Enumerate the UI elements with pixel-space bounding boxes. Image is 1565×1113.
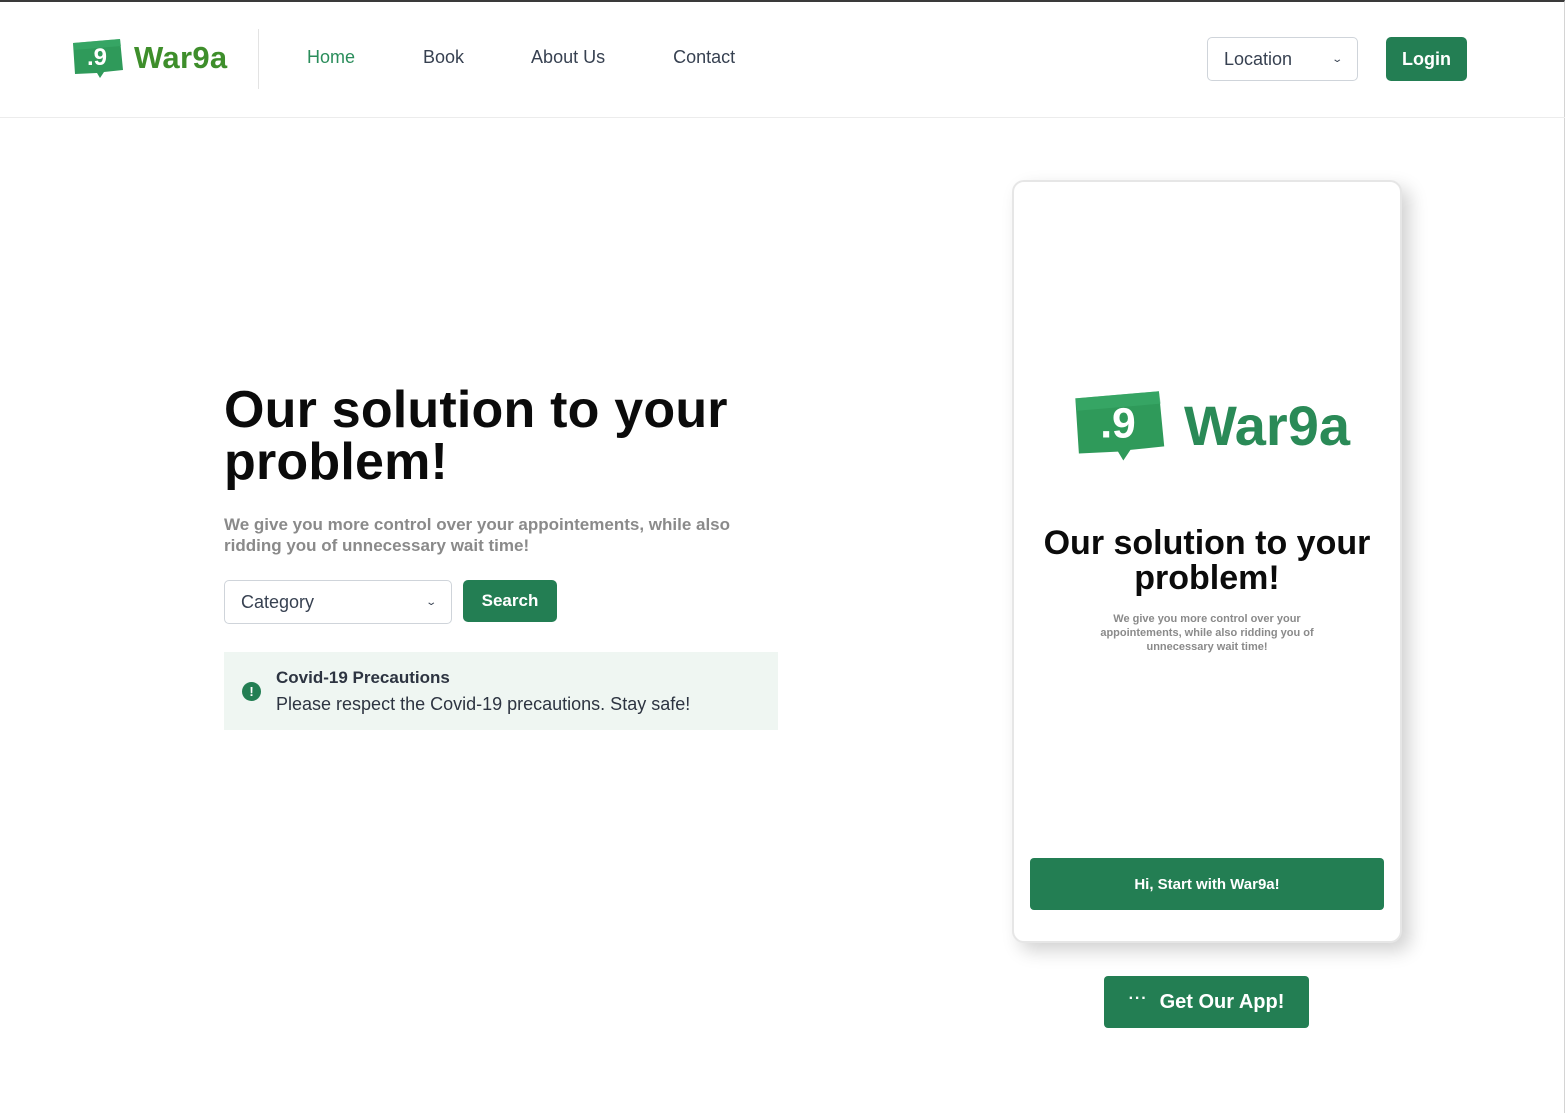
brand-logo[interactable]: .9 War9a [70, 38, 227, 78]
chevron-down-icon: ⌄ [424, 596, 437, 608]
category-select[interactable]: Category ⌄ [224, 580, 452, 624]
location-select-value: Location [1224, 48, 1293, 69]
login-button[interactable]: Login [1386, 37, 1467, 81]
phone-mockup: .9 War9a Our solution to your problem! W… [1012, 180, 1402, 943]
alert-title: Covid-19 Precautions [276, 668, 450, 687]
navbar: .9 War9a Home Book About Us Contact Loca… [0, 0, 1565, 118]
dots-icon: ··· [1128, 990, 1148, 1007]
exclamation-icon: ! [242, 682, 261, 701]
nav-link-contact[interactable]: Contact [673, 47, 735, 68]
hero-subtitle: We give you more control over your appoi… [224, 515, 731, 555]
phone-title: Our solution to your problem! [1043, 524, 1371, 597]
search-button[interactable]: Search [463, 580, 557, 622]
nav-link-home[interactable]: Home [307, 47, 355, 68]
logo-icon: .9 [70, 38, 124, 78]
svg-text:.9: .9 [87, 44, 107, 71]
phone-brand: .9 War9a [1070, 389, 1350, 461]
phone-logo-icon: .9 [1075, 391, 1165, 461]
phone-subtitle: We give you more control over your appoi… [1100, 613, 1314, 653]
nav-divider [258, 29, 259, 89]
alert-text: Please respect the Covid-19 precautions.… [276, 694, 691, 714]
brand-name: War9a [134, 40, 228, 75]
get-app-label: Get Our App! [1159, 990, 1285, 1013]
nav-links: Home Book About Us Contact [307, 47, 803, 68]
hero-title: Our solution to your problem! [224, 381, 728, 491]
get-app-button[interactable]: ··· Get Our App! [1104, 976, 1309, 1028]
chevron-down-icon: ⌄ [1330, 53, 1343, 65]
location-select[interactable]: Location ⌄ [1207, 37, 1358, 81]
nav-link-book[interactable]: Book [423, 47, 464, 68]
svg-text:.9: .9 [1100, 399, 1136, 447]
nav-link-about-us[interactable]: About Us [531, 47, 605, 68]
phone-brand-name: War9a [1184, 393, 1351, 457]
phone-start-button[interactable]: Hi, Start with War9a! [1030, 858, 1384, 910]
covid-alert: ! Covid-19 Precautions Please respect th… [224, 652, 778, 730]
category-select-value: Category [241, 591, 315, 612]
